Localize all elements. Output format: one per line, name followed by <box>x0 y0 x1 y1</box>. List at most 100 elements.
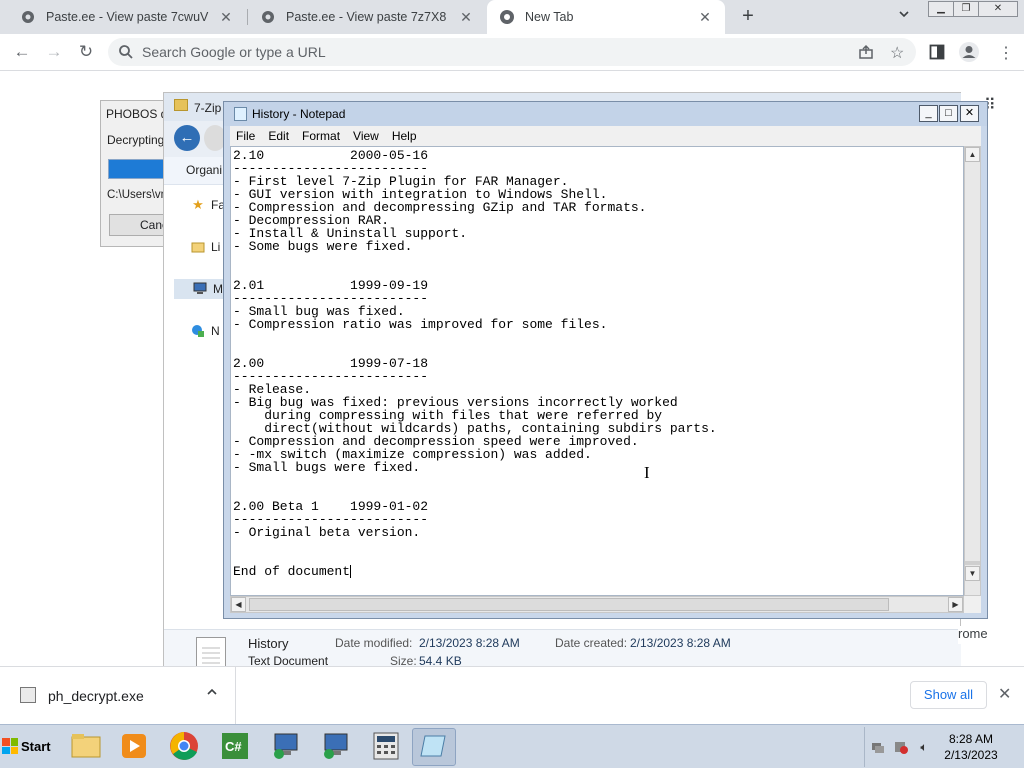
scroll-left-button[interactable]: ◀ <box>231 597 246 612</box>
text-caret <box>350 565 352 578</box>
side-panel-icon[interactable] <box>929 44 945 63</box>
notepad-maximize-button[interactable]: □ <box>939 105 958 122</box>
vertical-scroll-thumb[interactable] <box>965 561 980 565</box>
clock-date[interactable]: 2/13/2023 <box>930 748 1012 762</box>
show-all-downloads-button[interactable]: Show all <box>910 681 987 709</box>
folder-icon <box>174 99 188 111</box>
download-options-button[interactable] <box>206 686 218 701</box>
tab-search-button[interactable] <box>896 8 912 24</box>
notepad-icon <box>419 732 449 763</box>
date-modified-label: Date modified: <box>335 636 413 650</box>
window-close-button[interactable]: ✕ <box>978 1 1018 17</box>
window-minimize-button[interactable]: ▁ <box>928 1 954 17</box>
nav-libraries[interactable]: Li <box>190 237 220 257</box>
svg-text:C#: C# <box>225 739 242 754</box>
menu-help[interactable]: Help <box>386 129 423 143</box>
network-tray-icon[interactable] <box>870 739 886 755</box>
notepad-minimize-button[interactable]: _ <box>919 105 938 122</box>
menu-file[interactable]: File <box>230 129 261 143</box>
taskbar-network-tool[interactable] <box>264 728 308 766</box>
organize-menu[interactable]: Organi <box>186 163 222 177</box>
taskbar-media-player[interactable] <box>112 728 156 766</box>
tab-paste-7cwuv[interactable]: Paste.ee - View paste 7cwuV ✕ <box>8 0 246 34</box>
taskbar-csharp-editor[interactable]: C# <box>213 728 257 766</box>
search-icon <box>118 44 134 63</box>
notepad-title: History - Notepad <box>252 107 346 121</box>
share-icon[interactable] <box>858 44 874 63</box>
scroll-up-button[interactable]: ▲ <box>965 147 980 162</box>
taskbar-calculator[interactable] <box>364 728 408 766</box>
new-tab-button[interactable]: + <box>738 4 758 28</box>
library-icon <box>190 239 206 255</box>
phobos-progress-bar <box>108 159 164 179</box>
csharp-icon: C# <box>221 732 249 763</box>
action-center-icon[interactable] <box>893 739 909 755</box>
taskbar-explorer[interactable] <box>64 728 108 766</box>
explorer-back-button[interactable]: ← <box>174 125 200 151</box>
tab-close-button[interactable]: ✕ <box>218 9 234 26</box>
notepad-close-button[interactable]: ✕ <box>960 105 979 122</box>
notepad-text-lines: 2.10 2000-05-16 -------------------------… <box>233 149 717 578</box>
window-restore-button[interactable]: ❐ <box>953 1 979 17</box>
download-file-name: ph_decrypt.exe <box>48 688 144 704</box>
horizontal-scroll-thumb[interactable] <box>249 598 889 611</box>
phobos-cancel-button[interactable]: Cancel <box>109 214 169 236</box>
text-cursor-icon: I <box>644 463 650 482</box>
omnibox[interactable]: Search Google or type a URL ☆ <box>108 38 916 66</box>
notepad-text-area[interactable]: 2.10 2000-05-16 -------------------------… <box>230 146 964 596</box>
tab-title: New Tab <box>525 10 574 24</box>
pastee-icon <box>20 9 36 25</box>
taskbar-chrome[interactable] <box>162 728 206 766</box>
chevron-up-icon <box>207 688 217 695</box>
chevron-down-icon <box>899 11 909 18</box>
start-button[interactable]: Start <box>2 732 53 760</box>
resize-grip[interactable] <box>964 596 981 613</box>
back-button[interactable]: ← <box>12 42 32 62</box>
tab-close-button[interactable]: ✕ <box>458 9 474 26</box>
reload-button[interactable]: ↻ <box>76 42 96 62</box>
notepad-text-line: - Original beta version. <box>233 525 421 540</box>
computer-icon <box>192 281 208 297</box>
forward-button[interactable]: → <box>44 42 64 62</box>
scroll-right-button[interactable]: ▶ <box>948 597 963 612</box>
media-player-icon <box>121 733 147 762</box>
nav-network[interactable]: N <box>190 321 220 341</box>
notepad-text-line: End of document <box>233 564 352 579</box>
notepad-text-line <box>233 539 717 552</box>
menu-format[interactable]: Format <box>296 129 346 143</box>
explorer-title: 7-Zip <box>194 101 222 115</box>
chrome-menu-icon[interactable]: ⋮ <box>998 43 1014 63</box>
date-created-value: 2/13/2023 8:28 AM <box>630 636 731 650</box>
notepad-window: History - Notepad _ □ ✕ File Edit Format… <box>223 101 988 619</box>
file-name: History <box>248 636 289 651</box>
bookmark-star-icon[interactable]: ☆ <box>890 43 904 63</box>
phobos-path-text: C:\Users\vn <box>107 189 168 201</box>
tab-title: Paste.ee - View paste 7cwuV <box>46 10 209 24</box>
download-bar-close-button[interactable]: ✕ <box>998 684 1011 704</box>
profile-avatar-icon[interactable] <box>958 41 980 66</box>
start-label: Start <box>21 738 51 754</box>
menu-edit[interactable]: Edit <box>262 129 295 143</box>
clock-time[interactable]: 8:28 AM <box>930 732 1012 746</box>
network-icon <box>190 323 206 339</box>
nav-favorites[interactable]: ★ Fa <box>190 195 225 215</box>
scroll-down-button[interactable]: ▼ <box>965 566 980 581</box>
horizontal-scrollbar[interactable]: ◀ ▶ <box>230 596 964 613</box>
notepad-text-line: - Compression ratio was improved for som… <box>233 317 608 332</box>
taskbar-notepad[interactable] <box>412 728 456 766</box>
taskbar-network-tool-2[interactable] <box>314 728 358 766</box>
tab-close-button[interactable]: ✕ <box>697 9 713 26</box>
phobos-status-text: Decrypting . <box>107 133 172 147</box>
tab-new-tab[interactable]: New Tab ✕ <box>487 0 725 34</box>
executable-file-icon <box>20 687 36 703</box>
date-created-label: Date created: <box>555 636 628 650</box>
date-modified-value: 2/13/2023 8:28 AM <box>419 636 520 650</box>
menu-view[interactable]: View <box>347 129 385 143</box>
tab-paste-7z7x8[interactable]: Paste.ee - View paste 7z7X8 ✕ <box>248 0 486 34</box>
notepad-text-line <box>233 253 717 266</box>
pastee-icon <box>260 9 276 25</box>
nav-item-label: M <box>213 282 223 296</box>
notepad-icon <box>234 107 247 121</box>
notepad-text-line: - Some bugs were fixed. <box>233 239 413 254</box>
vertical-scrollbar[interactable]: ▲ ▼ <box>964 146 981 596</box>
